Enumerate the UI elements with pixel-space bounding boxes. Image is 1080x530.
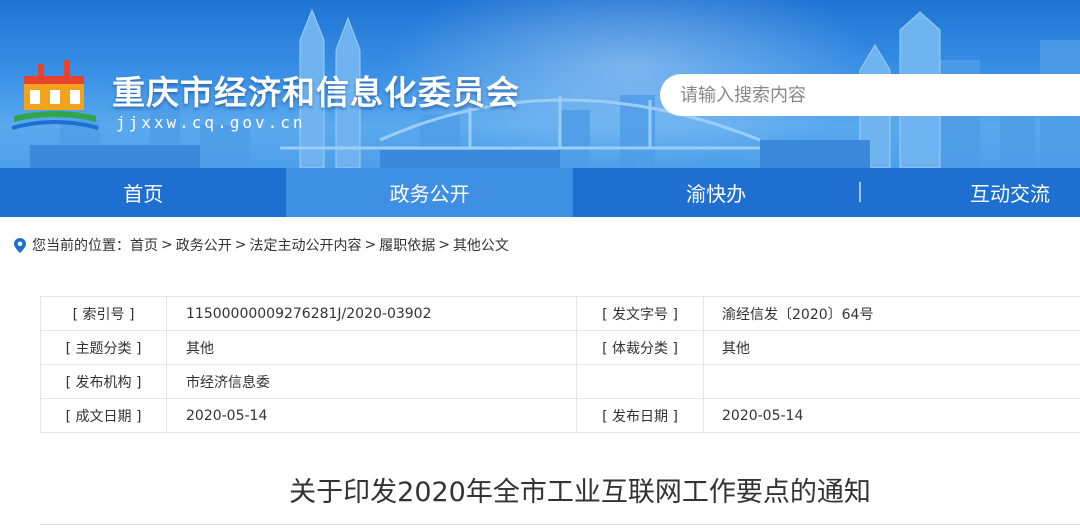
breadcrumb-link-government-affairs[interactable]: 政务公开 [176, 235, 232, 255]
meta-value-publish-date: 2020-05-14 [703, 398, 1080, 433]
breadcrumb-link-duty-basis[interactable]: 履职依据 [379, 235, 435, 255]
site-header-banner: 重庆市经济和信息化委员会 jjxxw.cq.gov.cn [0, 0, 1080, 168]
breadcrumb-prefix: 您当前的位置： [32, 238, 130, 254]
nav-item-label: 渝快办 [686, 182, 747, 206]
site-domain: jjxxw.cq.gov.cn [116, 113, 306, 132]
meta-key-publisher: [ 发布机构 ] [40, 364, 167, 399]
table-row: [ 成文日期 ] 2020-05-14 [ 发布日期 ] 2020-05-14 [40, 398, 1080, 433]
nav-item-label: 互动交流 [970, 182, 1050, 206]
meta-key-genre-category: [ 体裁分类 ] [576, 330, 704, 365]
document-metadata-table: [ 索引号 ] 11500000009276281J/2020-03902 [ … [40, 296, 1080, 433]
nav-item-yukuaiban[interactable]: 渝快办 [573, 168, 859, 217]
meta-value-empty [703, 364, 1080, 399]
meta-key-empty [576, 364, 704, 399]
breadcrumb-separator: > [161, 237, 173, 253]
search-input[interactable] [660, 74, 1080, 116]
nav-item-interaction[interactable]: 互动交流 [861, 168, 1080, 217]
breadcrumb-separator: > [364, 237, 377, 253]
site-title: 重庆市经济和信息化委员会 [112, 73, 520, 112]
meta-value-publisher: 市经济信息委 [166, 364, 577, 399]
main-navigation: 首页 政务公开 渝快办 互动交流 [0, 168, 1080, 217]
meta-value-topic-category: 其他 [166, 330, 577, 365]
breadcrumb: 您当前的位置： 首页 > 政务公开 > 法定主动公开内容 > 履职依据 > 其他… [14, 235, 509, 255]
meta-key-publish-date: [ 发布日期 ] [576, 398, 704, 433]
breadcrumb-separator: > [438, 237, 450, 253]
meta-key-written-date: [ 成文日期 ] [40, 398, 167, 433]
meta-value-index-number: 11500000009276281J/2020-03902 [166, 296, 577, 331]
document-title: 关于印发2020年全市工业互联网工作要点的通知 [289, 477, 871, 508]
nav-item-government-affairs[interactable]: 政务公开 [286, 168, 573, 217]
meta-key-document-number: [ 发文字号 ] [576, 296, 704, 331]
meta-key-topic-category: [ 主题分类 ] [40, 330, 167, 365]
meta-value-document-number: 渝经信发〔2020〕64号 [703, 296, 1080, 331]
nav-item-home[interactable]: 首页 [0, 168, 286, 217]
nav-item-label: 首页 [123, 182, 164, 206]
table-row: [ 发布机构 ] 市经济信息委 [40, 364, 1080, 399]
breadcrumb-link-other-documents[interactable]: 其他公文 [453, 235, 509, 255]
meta-key-index-number: [ 索引号 ] [40, 296, 167, 331]
site-logo-icon [11, 60, 99, 130]
meta-value-written-date: 2020-05-14 [166, 398, 577, 433]
location-pin-icon [14, 237, 26, 253]
table-row: [ 索引号 ] 11500000009276281J/2020-03902 [ … [40, 296, 1080, 331]
table-row: [ 主题分类 ] 其他 [ 体裁分类 ] 其他 [40, 330, 1080, 365]
nav-item-label: 政务公开 [389, 182, 470, 206]
title-divider [40, 524, 1080, 525]
breadcrumb-separator: > [234, 237, 247, 253]
meta-value-genre-category: 其他 [703, 330, 1080, 365]
breadcrumb-link-home[interactable]: 首页 [130, 235, 158, 255]
breadcrumb-link-statutory-disclosure[interactable]: 法定主动公开内容 [249, 235, 361, 255]
